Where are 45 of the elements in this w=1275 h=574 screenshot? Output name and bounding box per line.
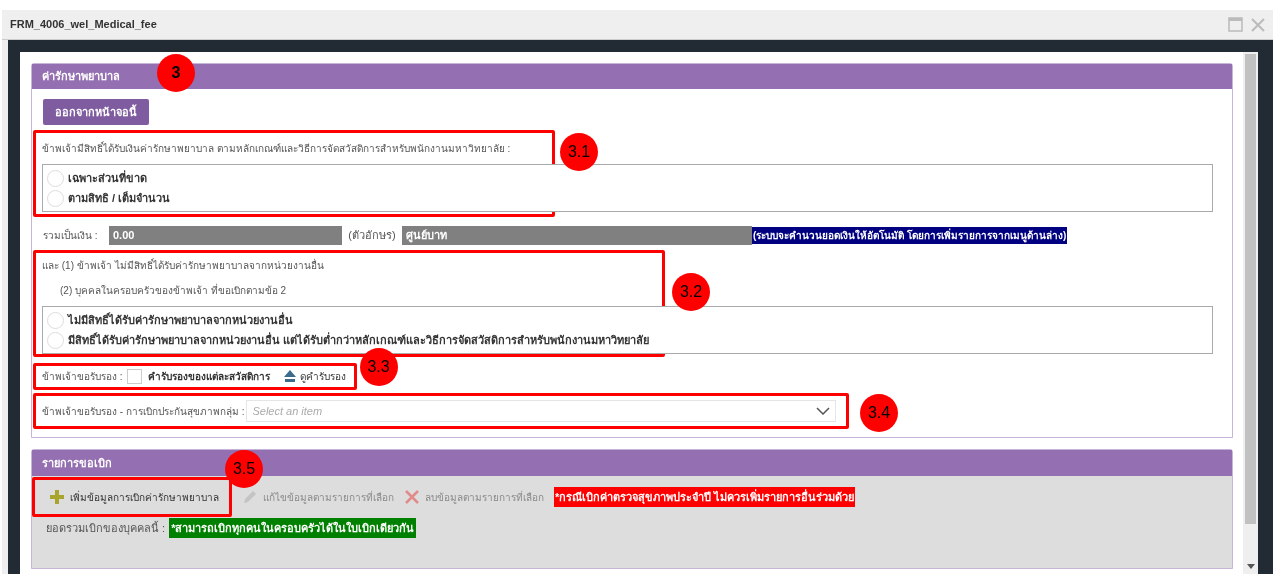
condition-text: (2) บุคคลในครอบครัวของข้าพเจ้า ที่ขอเบิกตามข้อ 2 — [60, 283, 288, 299]
pencil-icon — [242, 489, 258, 506]
annotation-marker: 3.5 — [225, 450, 263, 489]
annotation-marker: 3.2 — [672, 273, 710, 312]
radio-button[interactable] — [47, 311, 64, 329]
upload-icon — [283, 370, 296, 384]
question-label: ข้าพเจ้ามีสิทธิ์ได้รับเงินค่ารักษาพยาบาล ตามหลักเกณฑ์และวิธีการจัดสวัสดิการสำหรับพนักงานมหาวิทยาลัย : — [42, 141, 512, 157]
amount-words-field[interactable]: ศูนย์บาท — [402, 225, 752, 245]
radio-button[interactable] — [47, 169, 64, 187]
checkbox[interactable] — [126, 369, 142, 385]
select-placeholder: Select an item — [252, 404, 323, 419]
info-note: (ระบบจะคำนวนยอดเงินให้อัตโนมัติ โดยการเพิ่มรายการจากเมนูด้านล่าง) — [752, 226, 1068, 244]
annotation-marker: 3 — [157, 54, 195, 93]
chevron-down-icon — [816, 407, 831, 416]
insurance-label: ข้าพเจ้าขอรับรอง - การเบิกประกันสุขภาพกลุ่ม : — [42, 404, 245, 419]
annotation-marker: 3.3 — [359, 348, 398, 387]
annotation-marker: 3.4 — [860, 394, 898, 433]
close-icon[interactable] — [1251, 17, 1265, 32]
maximize-icon[interactable] — [1228, 17, 1243, 32]
radio-label: ไม่มีสิทธิ์ได้รับค่ารักษาพยาบาลจากหน่วยงานอื่น — [68, 312, 293, 328]
radio-button[interactable] — [47, 331, 64, 349]
window-title: FRM_4006_wel_Medical_fee — [10, 17, 157, 33]
cross-icon — [404, 489, 420, 506]
warning-note: *กรณีเบิกค่าตรวจสุขภาพประจำปี ไม่ควรเพิ่มรายการอื่นร่วมด้วย — [554, 487, 856, 508]
radio-label: มีสิทธิ์ได้รับค่ารักษาพยาบาลจากหน่วยงานอื่น แต่ได้รับต่ำกว่าหลักเกณฑ์และวิธีการจัดสวัสดิการสำหรับพนักงานมหาวิทยาลัย — [68, 332, 650, 348]
amount-field[interactable]: 0.00 — [109, 225, 342, 245]
radio-label: เฉพาะส่วนที่ขาด — [68, 170, 147, 186]
plus-icon — [49, 489, 65, 506]
annotation-marker: 3.1 — [560, 133, 598, 172]
radio-button[interactable] — [47, 189, 64, 207]
scroll-down-icon[interactable] — [1246, 564, 1255, 570]
certify-label: ข้าพเจ้าขอรับรอง : — [42, 370, 123, 385]
exit-button[interactable]: ออกจากหน้าจอนี้ — [43, 99, 149, 126]
condition-text: และ (1) ข้าพเจ้า ไม่มีสิทธิ์ได้รับค่ารักษาพยาบาลจากหน่วยงานอื่น — [42, 258, 325, 274]
scrollbar[interactable] — [1243, 52, 1258, 574]
total-label: รวมเป็นเงิน : — [43, 227, 99, 243]
select-field[interactable]: Select an item — [246, 400, 837, 423]
summary-label: ยอดรวมเบิกของบุคคลนี้ : — [46, 520, 166, 537]
words-label: (ตัวอักษร) — [347, 228, 397, 243]
radio-label: ตามสิทธิ / เต็มจำนวน — [68, 190, 171, 206]
info-note: *สามารถเบิกทุกคนในครอบครัวได้ในใบเบิกเดียวกัน — [169, 518, 417, 539]
checkbox-label: คำรับรองของแต่ละสวัสดิการ — [147, 370, 270, 385]
toolbar-button[interactable]: เพิ่มข้อมูลการเบิกค่ารักษาพยาบาล — [49, 486, 219, 509]
panel-title: รายการขอเบิก — [42, 456, 112, 471]
view-link[interactable]: ดูคำรับรอง — [299, 369, 346, 385]
